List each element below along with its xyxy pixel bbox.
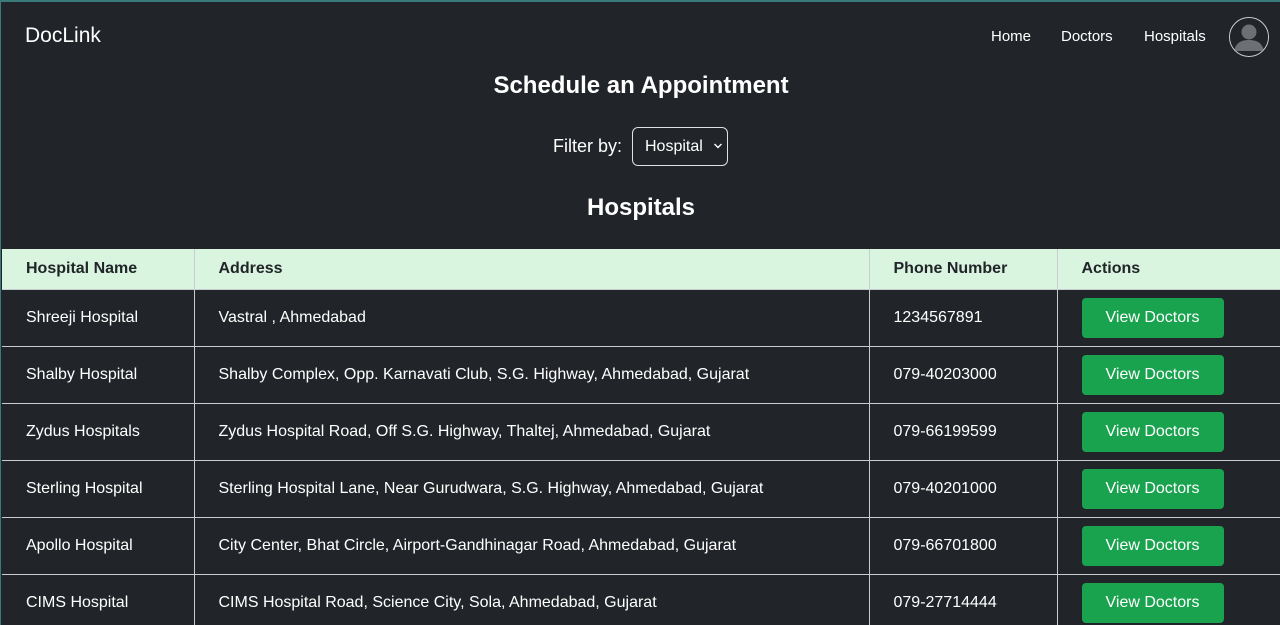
cell-actions: View Doctors <box>1056 460 1280 518</box>
cell-hospital-name: Sterling Hospital <box>2 460 195 518</box>
table-row: Shalby Hospital Shalby Complex, Opp. Kar… <box>2 346 1280 404</box>
cell-phone: 079-40201000 <box>868 460 1058 518</box>
navbar: DocLink Home Doctors Hospitals <box>1 2 1280 72</box>
table-row: Apollo Hospital City Center, Bhat Circle… <box>2 517 1280 575</box>
section-title: Hospitals <box>586 194 696 221</box>
cell-address: Zydus Hospital Road, Off S.G. Highway, T… <box>193 403 870 461</box>
table-row: Shreeji Hospital Vastral , Ahmedabad 123… <box>2 289 1280 347</box>
view-doctors-button[interactable]: View Doctors <box>1081 412 1224 452</box>
cell-actions: View Doctors <box>1056 289 1280 347</box>
table-row: Sterling Hospital Sterling Hospital Lane… <box>2 460 1280 518</box>
hospitals-table: Hospital Name Address Phone Number Actio… <box>2 249 1280 625</box>
view-doctors-button[interactable]: View Doctors <box>1081 583 1224 623</box>
cell-address: CIMS Hospital Road, Science City, Sola, … <box>193 574 870 625</box>
chevron-down-icon <box>714 143 722 149</box>
header-hospital-name: Hospital Name <box>2 249 195 290</box>
cell-actions: View Doctors <box>1056 403 1280 461</box>
view-doctors-button[interactable]: View Doctors <box>1081 298 1224 338</box>
cell-hospital-name: Apollo Hospital <box>2 517 195 575</box>
filter-select[interactable]: Hospital <box>632 127 728 166</box>
header-address: Address <box>193 249 870 290</box>
header-actions: Actions <box>1056 249 1280 290</box>
cell-phone: 079-66199599 <box>868 403 1058 461</box>
brand-logo[interactable]: DocLink <box>25 24 101 48</box>
cell-address: City Center, Bhat Circle, Airport-Gandhi… <box>193 517 870 575</box>
cell-phone: 079-66701800 <box>868 517 1058 575</box>
cell-address: Sterling Hospital Lane, Near Gurudwara, … <box>193 460 870 518</box>
nav-link-doctors[interactable]: Doctors <box>1061 28 1113 45</box>
cell-address: Vastral , Ahmedabad <box>193 289 870 347</box>
header-phone-number: Phone Number <box>868 249 1058 290</box>
cell-phone: 1234567891 <box>868 289 1058 347</box>
cell-actions: View Doctors <box>1056 574 1280 625</box>
nav-link-home[interactable]: Home <box>991 28 1031 45</box>
page-title: Schedule an Appointment <box>493 72 789 99</box>
view-doctors-button[interactable]: View Doctors <box>1081 469 1224 509</box>
user-avatar-icon[interactable] <box>1229 17 1269 57</box>
cell-actions: View Doctors <box>1056 517 1280 575</box>
cell-actions: View Doctors <box>1056 346 1280 404</box>
table-row: Zydus Hospitals Zydus Hospital Road, Off… <box>2 403 1280 461</box>
cell-phone: 079-27714444 <box>868 574 1058 625</box>
cell-address: Shalby Complex, Opp. Karnavati Club, S.G… <box>193 346 870 404</box>
app-window: DocLink Home Doctors Hospitals Schedule … <box>0 0 1280 625</box>
view-doctors-button[interactable]: View Doctors <box>1081 526 1224 566</box>
table-header-row: Hospital Name Address Phone Number Actio… <box>2 249 1280 290</box>
cell-phone: 079-40203000 <box>868 346 1058 404</box>
filter-selected-value: Hospital <box>645 138 703 155</box>
view-doctors-button[interactable]: View Doctors <box>1081 355 1224 395</box>
filter-row: Filter by: Hospital <box>1 127 1280 167</box>
cell-hospital-name: Shreeji Hospital <box>2 289 195 347</box>
cell-hospital-name: Zydus Hospitals <box>2 403 195 461</box>
cell-hospital-name: Shalby Hospital <box>2 346 195 404</box>
cell-hospital-name: CIMS Hospital <box>2 574 195 625</box>
nav-link-hospitals[interactable]: Hospitals <box>1144 28 1206 45</box>
table-row: CIMS Hospital CIMS Hospital Road, Scienc… <box>2 574 1280 625</box>
filter-label: Filter by: <box>553 136 623 156</box>
